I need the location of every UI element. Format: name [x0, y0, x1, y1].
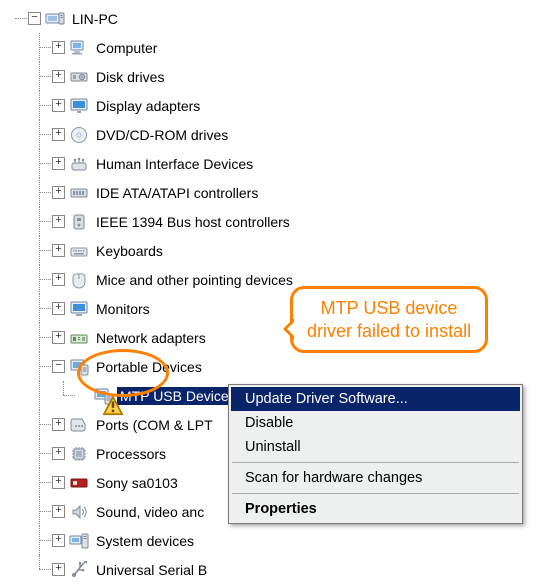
menu-update-driver[interactable]: Update Driver Software... — [231, 387, 520, 411]
tree-category-label: Processors — [93, 445, 169, 463]
tree-category[interactable]: + Disk drives — [4, 62, 551, 91]
expand-icon[interactable]: + — [52, 273, 65, 286]
tree-category-label: Portable Devices — [93, 358, 205, 376]
expand-icon[interactable]: + — [52, 244, 65, 257]
menu-separator — [232, 462, 519, 463]
tree-category-label: Ports (COM & LPT — [93, 416, 216, 434]
tree-category-label: Network adapters — [93, 329, 209, 347]
display-icon — [69, 96, 89, 116]
tree-category-label: Computer — [93, 39, 160, 57]
tree-category[interactable]: + System devices — [4, 526, 551, 555]
expand-icon[interactable]: + — [52, 447, 65, 460]
expand-icon[interactable]: + — [52, 70, 65, 83]
ieee-icon — [69, 212, 89, 232]
mtp-device-icon — [93, 386, 113, 406]
menu-disable[interactable]: Disable — [231, 411, 520, 435]
expand-icon[interactable]: + — [52, 476, 65, 489]
hid-icon — [69, 154, 89, 174]
menu-scan-hardware[interactable]: Scan for hardware changes — [231, 466, 520, 490]
tree-category[interactable]: + Human Interface Devices — [4, 149, 551, 178]
tree-category-label: Sound, video anc — [93, 503, 207, 521]
tree-category[interactable]: − Portable Devices — [4, 352, 551, 381]
expand-icon[interactable]: + — [52, 505, 65, 518]
tree-device-label: MTP USB Device — [117, 387, 232, 405]
expand-icon[interactable]: + — [52, 41, 65, 54]
expand-icon[interactable]: + — [52, 128, 65, 141]
network-icon — [69, 328, 89, 348]
ide-icon — [69, 183, 89, 203]
menu-uninstall[interactable]: Uninstall — [231, 435, 520, 459]
tree-category-label: Disk drives — [93, 68, 167, 86]
expand-icon[interactable]: + — [52, 534, 65, 547]
tree-category[interactable]: + Keyboards — [4, 236, 551, 265]
monitor-icon — [69, 299, 89, 319]
sound-icon — [69, 502, 89, 522]
annotation-callout: MTP USB device driver failed to install — [290, 286, 488, 353]
tree-category-label: Keyboards — [93, 242, 166, 260]
tree-category-label: DVD/CD-ROM drives — [93, 126, 231, 144]
tree-category-label: Sony sa0103 — [93, 474, 181, 492]
tree-category[interactable]: + Computer — [4, 33, 551, 62]
collapse-icon[interactable]: − — [52, 360, 65, 373]
callout-line1: MTP USB device — [307, 297, 471, 320]
computer-root-icon — [45, 9, 65, 29]
menu-separator — [232, 493, 519, 494]
dvd-icon — [69, 125, 89, 145]
tree-category[interactable]: + DVD/CD-ROM drives — [4, 120, 551, 149]
tree-category-label: IDE ATA/ATAPI controllers — [93, 184, 261, 202]
context-menu: Update Driver Software... Disable Uninst… — [228, 384, 523, 524]
expand-icon[interactable]: + — [52, 331, 65, 344]
tree-category-label: System devices — [93, 532, 197, 550]
expand-icon[interactable]: + — [52, 186, 65, 199]
expand-icon[interactable]: + — [52, 99, 65, 112]
menu-properties[interactable]: Properties — [231, 497, 520, 521]
expand-icon[interactable]: + — [52, 215, 65, 228]
tree-category-label: IEEE 1394 Bus host controllers — [93, 213, 293, 231]
callout-line2: driver failed to install — [307, 320, 471, 343]
tree-root-label: LIN-PC — [69, 10, 121, 28]
tree-category-label: Display adapters — [93, 97, 203, 115]
portable-icon — [69, 357, 89, 377]
expand-icon[interactable]: + — [52, 418, 65, 431]
tree-root[interactable]: − LIN-PC — [4, 4, 551, 33]
processor-icon — [69, 444, 89, 464]
tree-category-label: Human Interface Devices — [93, 155, 256, 173]
warning-badge-icon — [103, 396, 114, 407]
expand-icon[interactable]: + — [52, 157, 65, 170]
tree-category[interactable]: + Display adapters — [4, 91, 551, 120]
tree-category-label: Mice and other pointing devices — [93, 271, 296, 289]
system-icon — [69, 531, 89, 551]
sony-icon — [69, 473, 89, 493]
keyboard-icon — [69, 241, 89, 261]
tree-category[interactable]: + IDE ATA/ATAPI controllers — [4, 178, 551, 207]
disk-icon — [69, 67, 89, 87]
collapse-icon[interactable]: − — [28, 12, 41, 25]
tree-category-label: Monitors — [93, 300, 153, 318]
computer-icon — [69, 38, 89, 58]
ports-icon — [69, 415, 89, 435]
mouse-icon — [69, 270, 89, 290]
expand-icon[interactable]: + — [52, 302, 65, 315]
tree-category[interactable]: + IEEE 1394 Bus host controllers — [4, 207, 551, 236]
